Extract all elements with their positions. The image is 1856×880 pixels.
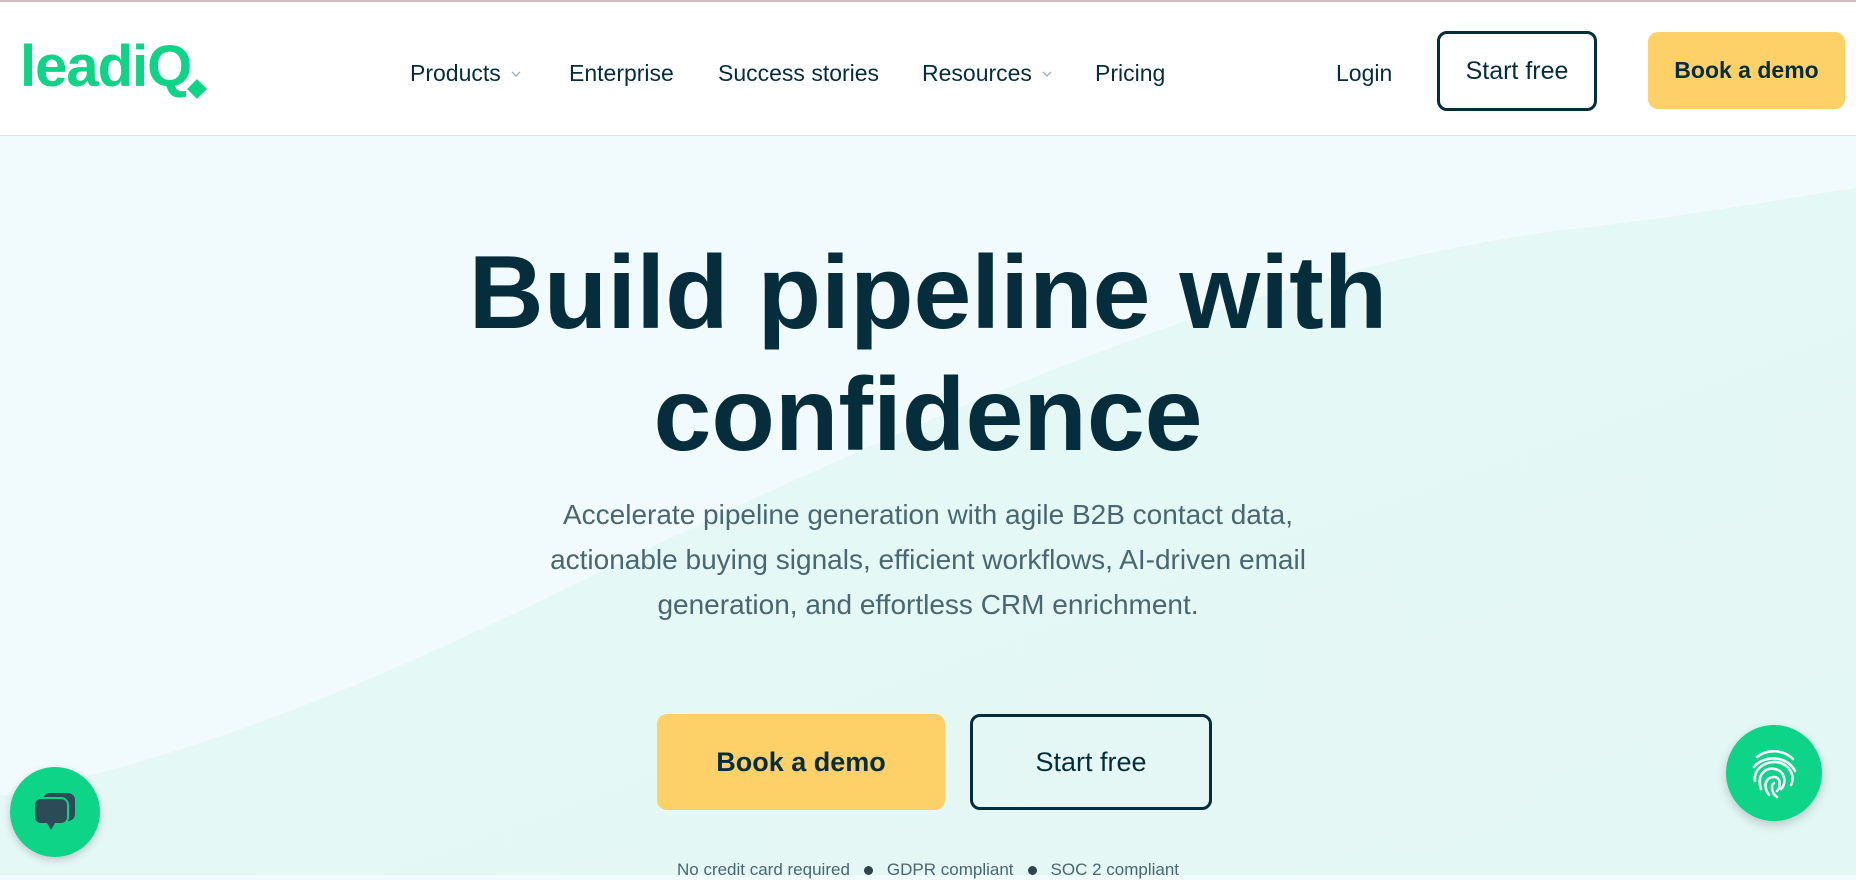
nav-resources[interactable]: Resources [922,60,1052,87]
leadiq-logo[interactable]: leadiQ [20,36,220,100]
logo-text: leadiQ [20,36,191,99]
badge-gdpr: GDPR compliant [886,860,1014,879]
nav-products[interactable]: Products [410,60,521,87]
chat-bubbles-icon [33,793,75,830]
chevron-down-icon [1042,71,1052,77]
hero-book-demo-button[interactable]: Book a demo [657,714,945,810]
nav-resources-label: Resources [922,60,1032,86]
fingerprint-widget-button[interactable] [1726,725,1822,821]
hero-headline-line2: confidence [653,357,1203,473]
compliance-badges: No credit card required GDPR compliant S… [0,860,1856,880]
nav-enterprise[interactable]: Enterprise [569,60,674,87]
nav-pricing-label: Pricing [1095,60,1166,86]
header-book-demo-button[interactable]: Book a demo [1648,32,1845,109]
nav-success-stories-label: Success stories [718,60,880,86]
login-link[interactable]: Login [1336,60,1392,87]
nav-success-stories[interactable]: Success stories [718,60,879,87]
hero-subtitle-line: Accelerate pipeline generation with agil… [562,499,1294,530]
bullet-dot [863,865,873,875]
nav-pricing[interactable]: Pricing [1095,60,1165,87]
hero-subtitle: Accelerate pipeline generation with agil… [478,492,1378,627]
fingerprint-icon [1752,749,1797,799]
bullet-dot [1027,865,1037,875]
hero-start-free-button[interactable]: Start free [970,714,1212,810]
site-header: leadiQ Products Enterprise Success stori… [0,2,1856,136]
badge-soc2: SOC 2 compliant [1050,860,1180,879]
badge-no-credit-card: No credit card required [676,860,850,879]
hero-subtitle-line: actionable buying signals, efficient wor… [550,544,1306,575]
hero-headline-line1: Build pipeline with [468,235,1388,351]
chevron-down-icon [511,71,521,77]
header-start-free-button[interactable]: Start free [1437,31,1597,111]
hero-subtitle-line: generation, and effortless CRM enrichmen… [657,589,1199,620]
chat-widget-button[interactable] [10,767,100,857]
nav-enterprise-label: Enterprise [569,60,674,86]
nav-products-label: Products [410,60,501,86]
hero-headline: Build pipeline with confidence [0,232,1856,476]
